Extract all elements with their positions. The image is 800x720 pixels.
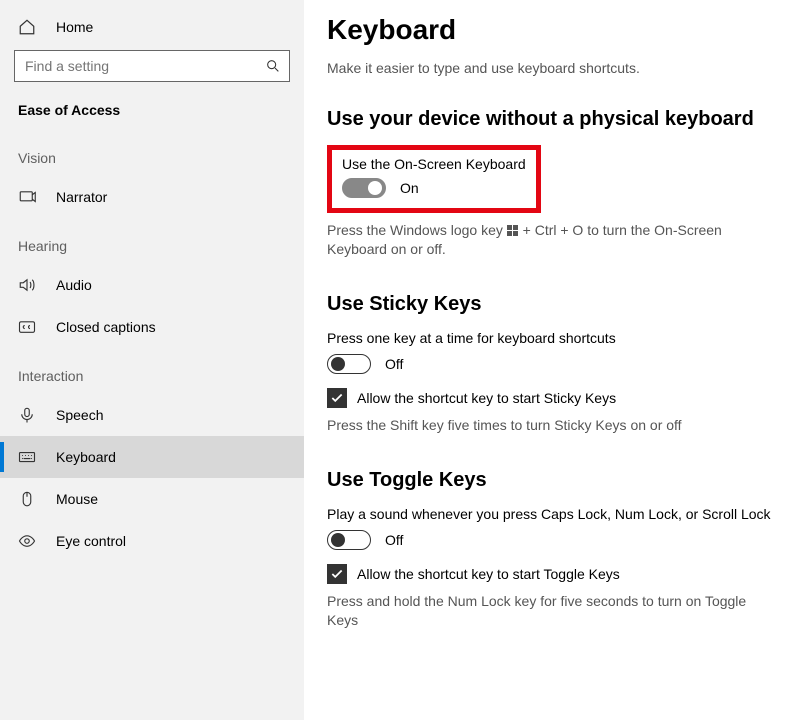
sticky-desc: Press one key at a time for keyboard sho… bbox=[327, 330, 778, 346]
sidebar-item-speech[interactable]: Speech bbox=[0, 394, 304, 436]
sidebar-item-keyboard[interactable]: Keyboard bbox=[0, 436, 304, 478]
sidebar-item-label: Eye control bbox=[56, 533, 126, 549]
sidebar-item-label: Narrator bbox=[56, 189, 107, 205]
osk-hint: Press the Windows logo key + Ctrl + O to… bbox=[327, 221, 747, 259]
sidebar-section-title: Ease of Access bbox=[0, 98, 304, 130]
togglekeys-hint: Press and hold the Num Lock key for five… bbox=[327, 592, 747, 630]
home-icon bbox=[18, 18, 38, 36]
nav-home[interactable]: Home bbox=[0, 12, 304, 44]
sidebar-item-label: Keyboard bbox=[56, 449, 116, 465]
sidebar-item-audio[interactable]: Audio bbox=[0, 264, 304, 306]
sidebar-item-label: Speech bbox=[56, 407, 103, 423]
sticky-check-label: Allow the shortcut key to start Sticky K… bbox=[357, 390, 616, 406]
annotation-highlight: Use the On-Screen Keyboard On bbox=[327, 145, 541, 213]
sidebar-item-closed-captions[interactable]: Closed captions bbox=[0, 306, 304, 348]
search-icon bbox=[265, 58, 281, 74]
section-sticky-keys: Use Sticky Keys Press one key at a time … bbox=[327, 293, 778, 435]
section-heading: Use Sticky Keys bbox=[327, 293, 778, 316]
page-tagline: Make it easier to type and use keyboard … bbox=[327, 60, 778, 76]
sticky-hint: Press the Shift key five times to turn S… bbox=[327, 416, 747, 435]
section-osk: Use your device without a physical keybo… bbox=[327, 108, 778, 259]
togglekeys-toggle[interactable] bbox=[327, 530, 371, 550]
audio-icon bbox=[18, 276, 38, 294]
togglekeys-shortcut-checkbox[interactable] bbox=[327, 564, 347, 584]
sidebar-group-vision: Vision bbox=[0, 130, 304, 176]
togglekeys-state: Off bbox=[385, 532, 403, 548]
keyboard-icon bbox=[18, 448, 38, 466]
section-toggle-keys: Use Toggle Keys Play a sound whenever yo… bbox=[327, 469, 778, 630]
sticky-state: Off bbox=[385, 356, 403, 372]
section-heading: Use Toggle Keys bbox=[327, 469, 778, 492]
togglekeys-check-label: Allow the shortcut key to start Toggle K… bbox=[357, 566, 620, 582]
mouse-icon bbox=[18, 490, 38, 508]
search-input[interactable] bbox=[23, 57, 265, 75]
microphone-icon bbox=[18, 406, 38, 424]
section-heading: Use your device without a physical keybo… bbox=[327, 108, 778, 131]
nav-home-label: Home bbox=[56, 19, 93, 35]
sidebar-item-mouse[interactable]: Mouse bbox=[0, 478, 304, 520]
osk-state: On bbox=[400, 180, 419, 196]
osk-toggle[interactable] bbox=[342, 178, 386, 198]
page-title: Keyboard bbox=[327, 14, 778, 46]
sidebar-item-label: Audio bbox=[56, 277, 92, 293]
sidebar-item-label: Closed captions bbox=[56, 319, 156, 335]
sidebar-item-label: Mouse bbox=[56, 491, 98, 507]
sidebar-group-hearing: Hearing bbox=[0, 218, 304, 264]
closed-captions-icon bbox=[18, 318, 38, 336]
sticky-toggle[interactable] bbox=[327, 354, 371, 374]
narrator-icon bbox=[18, 188, 38, 206]
sidebar-item-narrator[interactable]: Narrator bbox=[0, 176, 304, 218]
sidebar-item-eye-control[interactable]: Eye control bbox=[0, 520, 304, 562]
sticky-shortcut-checkbox[interactable] bbox=[327, 388, 347, 408]
sidebar-group-interaction: Interaction bbox=[0, 348, 304, 394]
windows-key-icon bbox=[507, 224, 519, 236]
osk-label: Use the On-Screen Keyboard bbox=[342, 156, 526, 172]
togglekeys-desc: Play a sound whenever you press Caps Loc… bbox=[327, 506, 778, 522]
search-input-container[interactable] bbox=[14, 50, 290, 82]
eye-icon bbox=[18, 532, 38, 550]
